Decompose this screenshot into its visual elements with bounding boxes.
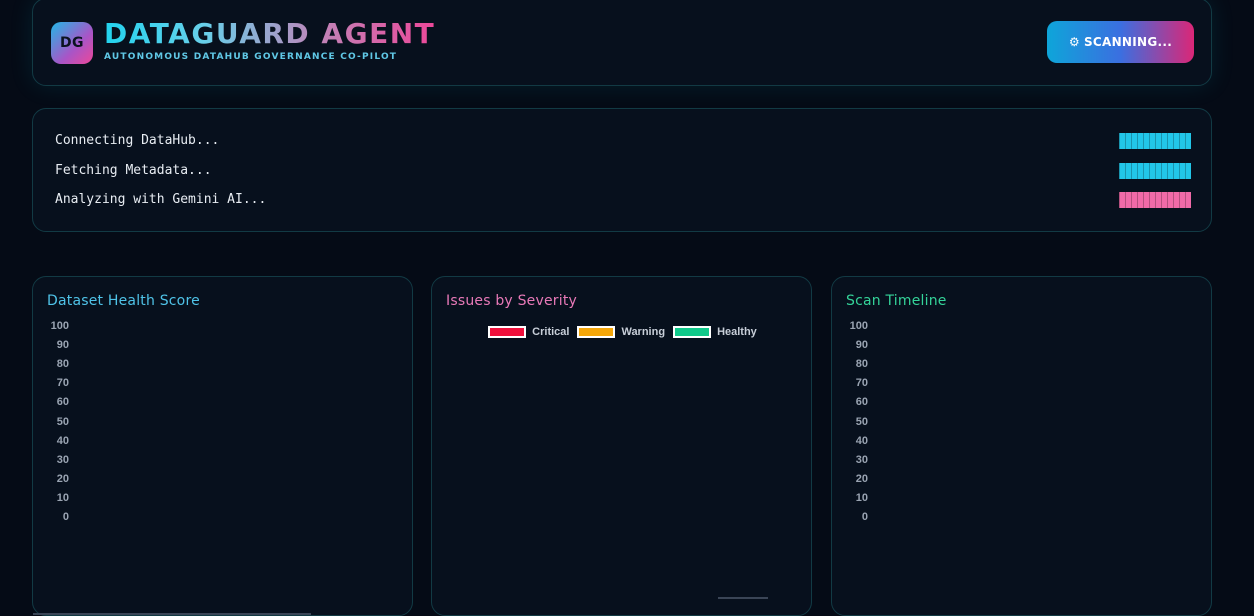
- timeline-title: Scan Timeline: [846, 293, 947, 309]
- y-tick-label: 80: [832, 358, 868, 370]
- app-header: DG DATAGUARD AGENT AUTONOMOUS DATAHUB GO…: [32, 0, 1212, 86]
- legend-item-warning[interactable]: Warning: [577, 326, 665, 338]
- y-tick-label: 70: [832, 377, 868, 389]
- y-tick-label: 30: [832, 454, 868, 466]
- y-tick-label: 30: [33, 454, 69, 466]
- legend-swatch: [488, 326, 526, 338]
- legend-label: Warning: [621, 326, 665, 338]
- y-tick-label: 50: [33, 416, 69, 428]
- app-logo: DG: [51, 22, 93, 64]
- step-progress-bar: [1119, 133, 1191, 149]
- step-label: Connecting DataHub...: [55, 133, 219, 148]
- y-tick-label: 40: [33, 435, 69, 447]
- health-score-title: Dataset Health Score: [47, 293, 200, 309]
- legend-label: Healthy: [717, 326, 757, 338]
- scan-button-label: SCANNING...: [1084, 35, 1172, 49]
- legend-swatch: [577, 326, 615, 338]
- y-tick-label: 100: [33, 320, 69, 332]
- legend-label: Critical: [532, 326, 569, 338]
- y-tick-label: 70: [33, 377, 69, 389]
- scan-progress-panel: Connecting DataHub... Fetching Metadata.…: [32, 108, 1212, 232]
- legend-item-critical[interactable]: Critical: [488, 326, 569, 338]
- app-title: DATAGUARD AGENT: [104, 17, 435, 51]
- step-fetching: Fetching Metadata...: [55, 162, 1191, 180]
- y-tick-label: 0: [33, 511, 69, 523]
- step-progress-bar: [1119, 192, 1191, 208]
- y-tick-label: 0: [832, 511, 868, 523]
- health-score-chart: Dataset Health Score 1009080706050403020…: [32, 276, 413, 616]
- severity-title: Issues by Severity: [446, 293, 577, 309]
- legend-swatch: [673, 326, 711, 338]
- step-connecting: Connecting DataHub...: [55, 132, 1191, 150]
- scan-timeline-chart: Scan Timeline 1009080706050403020100: [831, 276, 1212, 616]
- step-analyzing: Analyzing with Gemini AI...: [55, 191, 1191, 209]
- logo-text: DG: [60, 35, 84, 51]
- y-tick-label: 20: [33, 473, 69, 485]
- y-tick-label: 80: [33, 358, 69, 370]
- severity-legend: Critical Warning Healthy: [432, 326, 813, 338]
- y-tick-label: 60: [832, 396, 868, 408]
- step-label: Analyzing with Gemini AI...: [55, 192, 266, 207]
- y-tick-label: 10: [832, 492, 868, 504]
- legend-item-healthy[interactable]: Healthy: [673, 326, 757, 338]
- gear-icon: ⚙: [1069, 35, 1080, 49]
- step-progress-bar: [1119, 163, 1191, 179]
- y-tick-label: 10: [33, 492, 69, 504]
- app-subtitle: AUTONOMOUS DATAHUB GOVERNANCE CO-PILOT: [104, 52, 397, 62]
- y-tick-label: 40: [832, 435, 868, 447]
- horizontal-scrollbar[interactable]: [33, 613, 311, 615]
- y-tick-label: 90: [33, 339, 69, 351]
- step-label: Fetching Metadata...: [55, 163, 212, 178]
- y-tick-label: 50: [832, 416, 868, 428]
- y-tick-label: 60: [33, 396, 69, 408]
- y-tick-label: 20: [832, 473, 868, 485]
- y-tick-label: 100: [832, 320, 868, 332]
- scan-button[interactable]: ⚙ SCANNING...: [1047, 21, 1194, 63]
- y-tick-label: 90: [832, 339, 868, 351]
- severity-chart: Issues by Severity Critical Warning Heal…: [431, 276, 812, 616]
